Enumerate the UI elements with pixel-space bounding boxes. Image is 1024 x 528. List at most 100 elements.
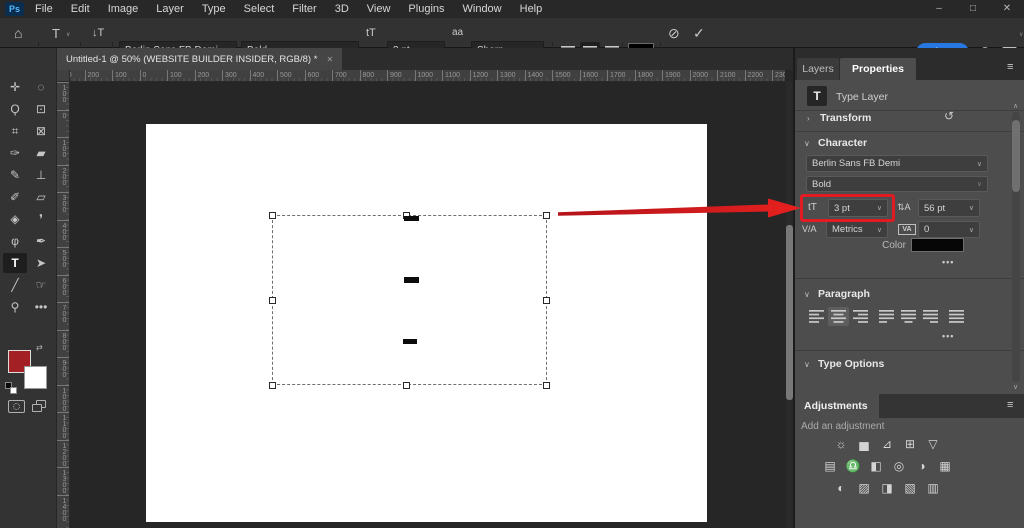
resize-handle[interactable] — [543, 382, 550, 389]
type-tool-icon[interactable]: T — [52, 26, 60, 41]
more-options-icon[interactable]: ••• — [942, 257, 954, 267]
photo-filter-icon[interactable]: ◎ — [891, 458, 907, 473]
path-selection-tool[interactable]: ➤ — [29, 253, 53, 273]
tab-layers[interactable]: Layers — [797, 58, 839, 80]
gradient-tool[interactable]: ◈ — [3, 209, 27, 229]
para-align-left-button[interactable] — [806, 307, 827, 326]
frame-tool[interactable]: ⊠ — [29, 121, 53, 141]
menu-item[interactable]: Select — [235, 0, 284, 18]
dodge-tool[interactable]: φ — [3, 231, 27, 251]
edit-toolbar[interactable]: ••• — [29, 297, 53, 317]
move-tool[interactable]: ✛ — [3, 77, 27, 97]
chevron-down-icon[interactable]: ∨ — [804, 360, 810, 369]
menu-item[interactable]: Image — [99, 0, 148, 18]
color-balance-icon[interactable]: ♎ — [845, 458, 861, 473]
line-tool[interactable]: ╱ — [3, 275, 27, 295]
black-white-icon[interactable]: ◧ — [868, 458, 884, 473]
posterize-icon[interactable]: ▨ — [856, 480, 872, 495]
menu-item[interactable]: 3D — [326, 0, 358, 18]
panel-menu-icon[interactable]: ≡ — [1007, 61, 1013, 73]
char-font-family-select[interactable]: Berlin Sans FB Demi ∨ — [806, 155, 988, 172]
canvas-scrollbar-thumb[interactable] — [786, 225, 793, 400]
menu-item[interactable]: View — [358, 0, 400, 18]
hand-tool[interactable]: ☞ — [29, 275, 53, 295]
crop-tool[interactable]: ⌗ — [3, 121, 27, 141]
para-align-right-button[interactable] — [850, 307, 871, 326]
menu-item[interactable]: Edit — [62, 0, 99, 18]
hue-saturation-icon[interactable]: ▤ — [822, 458, 838, 473]
threshold-icon[interactable]: ◨ — [879, 480, 895, 495]
gradient-map-icon[interactable]: ▧ — [902, 480, 918, 495]
cancel-icon[interactable]: ⊘ — [668, 25, 680, 42]
commit-icon[interactable]: ✓ — [693, 25, 705, 42]
resize-handle[interactable] — [543, 212, 550, 219]
tab-close-icon[interactable]: ✕ — [326, 55, 333, 64]
menu-item[interactable]: Layer — [147, 0, 193, 18]
levels-icon[interactable]: ▅ — [856, 436, 872, 451]
history-brush-tool[interactable]: ✐ — [3, 187, 27, 207]
color-lookup-icon[interactable]: ▦ — [937, 458, 953, 473]
para-justify-all-button[interactable] — [946, 307, 967, 326]
reset-icon[interactable]: ↺ — [944, 109, 954, 123]
resize-handle[interactable] — [269, 297, 276, 304]
menu-item[interactable]: Window — [454, 0, 511, 18]
scroll-up-icon[interactable]: ∧ — [1013, 102, 1018, 110]
menu-item[interactable]: Type — [193, 0, 235, 18]
vibrance-icon[interactable]: ▽ — [925, 436, 941, 451]
curves-icon[interactable]: ⊿ — [879, 436, 895, 451]
screen-mode-icon[interactable] — [32, 400, 47, 413]
eraser-tool[interactable]: ▱ — [29, 187, 53, 207]
brush-tool[interactable]: ✎ — [3, 165, 27, 185]
chevron-right-icon[interactable]: › — [807, 114, 810, 123]
para-justify-last-left-button[interactable] — [876, 307, 897, 326]
para-align-center-button[interactable] — [828, 307, 849, 326]
blur-tool[interactable]: ❜ — [29, 209, 53, 229]
menu-item[interactable]: File — [26, 0, 62, 18]
para-justify-last-center-button[interactable] — [898, 307, 919, 326]
pen-tool[interactable]: ✒ — [29, 231, 53, 251]
object-selection-tool[interactable]: ⊡ — [29, 99, 53, 119]
para-justify-last-right-button[interactable] — [920, 307, 941, 326]
text-bounding-box[interactable] — [272, 215, 547, 385]
healing-brush-tool[interactable]: ▰ — [29, 143, 53, 163]
marquee-tool[interactable]: ◌ — [29, 77, 53, 97]
quick-mask-icon[interactable] — [8, 400, 25, 413]
selective-color-icon[interactable]: ▥ — [925, 480, 941, 495]
background-color-swatch[interactable] — [24, 366, 47, 389]
home-icon[interactable]: ⌂ — [14, 25, 22, 41]
tab-adjustments[interactable]: Adjustments — [795, 394, 879, 418]
channel-mixer-icon[interactable]: ◑ — [914, 458, 930, 473]
resize-handle[interactable] — [269, 382, 276, 389]
type-tool[interactable]: T — [3, 253, 27, 273]
char-kerning-select[interactable]: Metrics ∨ — [826, 221, 888, 238]
section-type-options[interactable]: Type Options — [818, 358, 884, 370]
chevron-down-icon[interactable]: ∨ — [804, 290, 810, 299]
zoom-tool[interactable]: ⚲ — [3, 297, 27, 317]
eyedropper-tool[interactable]: ✑ — [3, 143, 27, 163]
section-paragraph[interactable]: Paragraph — [818, 288, 870, 300]
document-tab[interactable]: Untitled-1 @ 50% (WEBSITE BUILDER INSIDE… — [57, 48, 342, 70]
close-icon[interactable]: ✕ — [990, 0, 1024, 18]
panel-menu-icon[interactable]: ≡ — [1007, 399, 1013, 411]
menu-item[interactable]: Help — [511, 0, 552, 18]
exposure-icon[interactable]: ⊞ — [902, 436, 918, 451]
restore-icon[interactable]: □ — [956, 0, 990, 18]
chevron-down-icon[interactable]: ∨ — [804, 139, 810, 148]
default-colors-icon[interactable] — [5, 382, 18, 395]
section-character[interactable]: Character — [818, 137, 867, 149]
text-orientation-icon[interactable]: ↓T — [92, 27, 104, 39]
invert-icon[interactable]: ◐ — [833, 480, 849, 495]
resize-handle[interactable] — [269, 212, 276, 219]
char-color-swatch[interactable] — [911, 238, 964, 252]
char-tracking-select[interactable]: 0 ∨ — [918, 221, 980, 238]
scroll-down-icon[interactable]: ∨ — [1013, 383, 1018, 391]
tab-properties[interactable]: Properties — [840, 58, 916, 80]
brightness-contrast-icon[interactable]: ☼ — [833, 436, 849, 451]
resize-handle[interactable] — [403, 382, 410, 389]
menu-item[interactable]: Filter — [283, 0, 325, 18]
char-font-style-select[interactable]: Bold ∨ — [806, 176, 988, 192]
minimize-icon[interactable]: – — [922, 0, 956, 18]
swap-colors-icon[interactable]: ⇄ — [36, 343, 43, 352]
section-transform[interactable]: Transform — [820, 112, 871, 124]
resize-handle[interactable] — [543, 297, 550, 304]
